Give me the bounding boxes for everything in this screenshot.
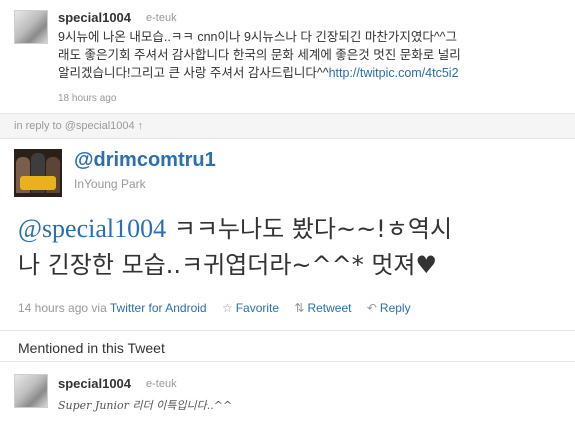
retweet-icon: ⇅ xyxy=(294,301,305,315)
timestamp[interactable]: 14 hours ago xyxy=(18,301,88,315)
mention-link[interactable]: @special1004 xyxy=(18,214,166,243)
username[interactable]: special1004 xyxy=(58,376,131,391)
fullname: InYoung Park xyxy=(74,177,146,191)
via-label: via xyxy=(91,301,107,315)
twitpic-link[interactable]: http://twitpic.com/4tc5i2 xyxy=(329,66,459,80)
fullname: e-teuk xyxy=(146,12,177,24)
favorite-button[interactable]: ☆ Favorite xyxy=(222,301,279,315)
tweet-text-line: 래도 좋은기회 주셔서 감사합니다 한국의 문화 세계에 좋은것 멋진 문화로 … xyxy=(58,48,461,62)
via-app-link[interactable]: Twitter for Android xyxy=(110,301,207,315)
retweet-button[interactable]: ⇅ Retweet xyxy=(294,301,351,315)
avatar[interactable] xyxy=(14,149,62,197)
tweet-meta: 14 hours ago via Twitter for Android ☆ Fa… xyxy=(18,301,411,315)
mentioned-section-header: Mentioned in this Tweet xyxy=(0,330,575,362)
tweet-text-line: 나 긴장한 모습..ㅋ귀엽더라~^^* 멋져♥ xyxy=(18,251,438,279)
parent-tweet: special1004 e-teuk 9시뉴에 나온 내모습..ㅋㅋ cnn이나… xyxy=(0,0,575,113)
timestamp[interactable]: 18 hours ago xyxy=(58,93,116,104)
star-icon: ☆ xyxy=(221,301,233,315)
tweet-text: @special1004 ㅋㅋ누나도 봤다~~!ㅎ역시 나 긴장한 모습..ㅋ귀… xyxy=(18,211,568,283)
user-bio: Super Junior 리더 이특입니다..^^ xyxy=(58,399,233,412)
in-reply-to-bar[interactable]: in reply to @special1004 ↑ xyxy=(0,113,575,139)
section-title: Mentioned in this Tweet xyxy=(18,340,165,356)
tweet-text-line: 알리겠습니다!그리고 큰 사랑 주셔서 감사드립니다^^http://twitp… xyxy=(58,66,459,80)
screen-name[interactable]: @drimcomtru1 xyxy=(74,149,216,172)
tweet-text-line: 9시뉴에 나온 내모습..ㅋㅋ cnn이나 9시뉴스나 다 긴장되긴 마찬가지였… xyxy=(58,30,458,44)
main-tweet: @drimcomtru1 InYoung Park @special1004 ㅋ… xyxy=(0,139,575,329)
avatar[interactable] xyxy=(14,10,48,44)
in-reply-to-text[interactable]: in reply to @special1004 ↑ xyxy=(14,120,143,132)
username[interactable]: special1004 xyxy=(58,10,131,25)
fullname: e-teuk xyxy=(146,378,177,390)
avatar[interactable] xyxy=(14,374,48,408)
reply-button[interactable]: ↶ Reply xyxy=(367,301,411,315)
reply-icon: ↶ xyxy=(366,301,377,315)
tweet-text-line: @special1004 ㅋㅋ누나도 봤다~~!ㅎ역시 xyxy=(18,214,453,243)
tweet-text: 9시뉴에 나온 내모습..ㅋㅋ cnn이나 9시뉴스나 다 긴장되긴 마찬가지였… xyxy=(58,28,575,82)
